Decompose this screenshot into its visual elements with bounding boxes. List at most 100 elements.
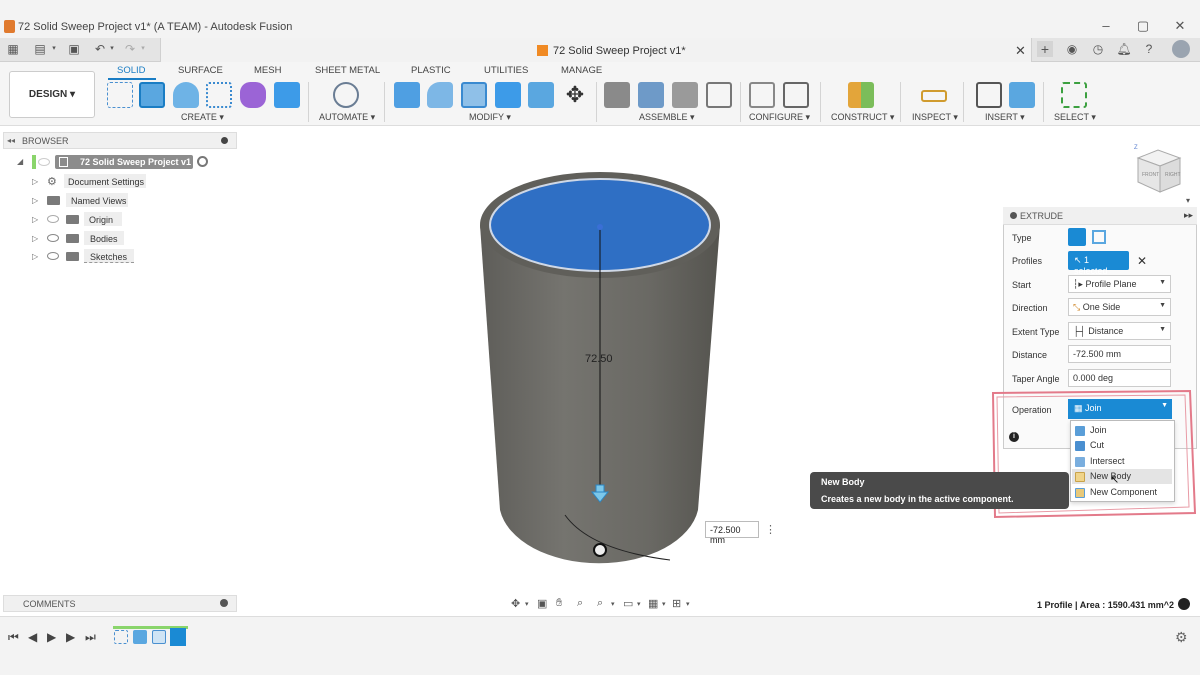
tree-item-document-settings[interactable]: Document Settings: [68, 177, 144, 187]
measure-icon[interactable]: [921, 90, 947, 102]
expand-root-icon[interactable]: ◢: [17, 157, 23, 166]
tab-sheet-metal[interactable]: SHEET METAL: [315, 65, 380, 76]
maximize-icon[interactable]: ▢: [1133, 18, 1153, 34]
extrude-icon[interactable]: [139, 82, 165, 108]
clear-selection-icon[interactable]: ✕: [1137, 254, 1147, 268]
box-icon[interactable]: [274, 82, 300, 108]
select-group-label[interactable]: SELECT ▾: [1054, 112, 1096, 123]
automate-icon[interactable]: [333, 82, 359, 108]
timeline-marker[interactable]: [170, 628, 186, 646]
dialog-pin-icon[interactable]: [1010, 212, 1017, 219]
create-form-icon[interactable]: [240, 82, 266, 108]
shell-icon[interactable]: [461, 82, 487, 108]
tab-mesh[interactable]: MESH: [254, 65, 281, 76]
visibility-eye-icon[interactable]: [47, 234, 59, 242]
sweep-icon[interactable]: [206, 82, 232, 108]
file-dropdown-icon[interactable]: ▾: [46, 41, 62, 57]
grid-icon[interactable]: ▦: [648, 597, 658, 610]
tab-manage[interactable]: MANAGE: [561, 65, 602, 76]
new-component-icon[interactable]: [604, 82, 630, 108]
timeline-first-icon[interactable]: ⏮: [8, 630, 19, 645]
extensions-icon[interactable]: ◉: [1064, 41, 1080, 57]
move-copy-icon[interactable]: ✥: [562, 82, 588, 108]
expand-dialog-icon[interactable]: ▸▸: [1184, 210, 1193, 221]
orbit-dropdown-icon[interactable]: ▾: [525, 600, 529, 608]
distance-input[interactable]: -72.500 mm: [1068, 345, 1171, 363]
activate-radio-icon[interactable]: [197, 156, 208, 167]
extent-type-dropdown[interactable]: ├┤ Distance ▼: [1068, 322, 1171, 340]
type-solid-icon[interactable]: [1068, 228, 1086, 246]
configure-table-icon[interactable]: [783, 82, 809, 108]
insert-canvas-icon[interactable]: [1009, 82, 1035, 108]
modify-group-label[interactable]: MODIFY ▾: [469, 112, 511, 123]
visibility-eye-icon[interactable]: [47, 252, 59, 260]
tab-surface[interactable]: SURFACE: [178, 65, 223, 76]
tree-item-sketches[interactable]: Sketches: [90, 252, 127, 262]
model-viewport[interactable]: [470, 165, 730, 585]
status-options-icon[interactable]: [1178, 598, 1190, 610]
viewports-icon[interactable]: ⊞: [672, 597, 681, 610]
new-tab-icon[interactable]: +: [1037, 41, 1053, 57]
joint-icon[interactable]: [638, 82, 664, 108]
job-status-icon[interactable]: ◷: [1090, 41, 1106, 57]
change-parameters-icon[interactable]: [749, 82, 775, 108]
timeline-sketch-feature[interactable]: [114, 630, 128, 644]
grid-dropdown-icon[interactable]: ▾: [662, 600, 666, 608]
tab-utilities[interactable]: UTILITIES: [484, 65, 528, 76]
tree-item-origin[interactable]: Origin: [89, 215, 113, 225]
redo-dropdown-icon[interactable]: ▾: [135, 41, 151, 57]
user-avatar[interactable]: [1172, 40, 1190, 58]
profile-origin-point[interactable]: [593, 543, 607, 557]
timeline-settings-icon[interactable]: ⚙: [1175, 629, 1188, 646]
expand-item-icon[interactable]: ▷: [32, 234, 38, 243]
type-thin-icon[interactable]: [1092, 230, 1106, 244]
select-icon[interactable]: [1061, 82, 1087, 108]
workspace-switcher[interactable]: DESIGN ▾: [9, 71, 95, 118]
expand-item-icon[interactable]: ▷: [32, 215, 38, 224]
create-group-label[interactable]: CREATE ▾: [181, 112, 224, 123]
expand-item-icon[interactable]: ▷: [32, 252, 38, 261]
close-window-icon[interactable]: ✕: [1170, 18, 1190, 34]
collapse-browser-icon[interactable]: ◂◂: [7, 136, 15, 145]
browser-pin-icon[interactable]: [221, 137, 228, 144]
zoom-window-icon[interactable]: ⌕: [597, 597, 603, 610]
profiles-selection-button[interactable]: ↖ 1 selected: [1068, 251, 1129, 276]
expand-item-icon[interactable]: ▷: [32, 196, 38, 205]
undo-dropdown-icon[interactable]: ▾: [104, 41, 120, 57]
offset-face-icon[interactable]: [528, 82, 554, 108]
apps-grid-icon[interactable]: ▦: [5, 41, 21, 57]
look-at-icon[interactable]: ▣: [537, 597, 547, 610]
construct-group-label[interactable]: CONSTRUCT ▾: [831, 112, 894, 123]
expand-item-icon[interactable]: ▷: [32, 177, 38, 186]
zoom-dropdown-icon[interactable]: ▾: [611, 600, 615, 608]
inspect-group-label[interactable]: INSPECT ▾: [912, 112, 958, 123]
timeline-play-icon[interactable]: ▶: [47, 630, 56, 644]
zoom-icon[interactable]: ⌕: [577, 597, 583, 610]
comments-expand-icon[interactable]: [220, 599, 228, 607]
save-icon[interactable]: ▣: [66, 41, 82, 57]
tree-item-bodies[interactable]: Bodies: [90, 234, 118, 244]
create-sketch-icon[interactable]: [107, 82, 133, 108]
tab-plastic[interactable]: PLASTIC: [411, 65, 451, 76]
press-pull-icon[interactable]: [394, 82, 420, 108]
display-settings-icon[interactable]: ▭: [623, 597, 633, 610]
revolve-icon[interactable]: [173, 82, 199, 108]
hidden-eye-icon[interactable]: [47, 215, 59, 223]
help-icon[interactable]: ?: [1141, 41, 1157, 57]
offset-plane-icon[interactable]: [848, 82, 874, 108]
dimension-options-icon[interactable]: ⋮: [765, 523, 776, 536]
automate-group-label[interactable]: AUTOMATE ▾: [319, 112, 375, 123]
joint-origin-icon[interactable]: [706, 82, 732, 108]
tree-item-named-views[interactable]: Named Views: [71, 196, 126, 206]
close-tab-icon[interactable]: ✕: [1015, 43, 1026, 59]
assemble-group-label[interactable]: ASSEMBLE ▾: [639, 112, 695, 123]
start-dropdown[interactable]: ┆▸ Profile Plane ▼: [1068, 275, 1171, 293]
timeline-extrude-feature[interactable]: [133, 630, 147, 644]
viewcube[interactable]: FRONT RIGHT Z: [1128, 140, 1188, 200]
tab-solid[interactable]: SOLID: [117, 65, 146, 76]
fillet-icon[interactable]: [427, 82, 453, 108]
combine-icon[interactable]: [495, 82, 521, 108]
viewcube-menu-icon[interactable]: ▾: [1186, 196, 1190, 205]
timeline-last-icon[interactable]: ⏭: [85, 630, 96, 645]
configure-group-label[interactable]: CONFIGURE ▾: [749, 112, 810, 123]
